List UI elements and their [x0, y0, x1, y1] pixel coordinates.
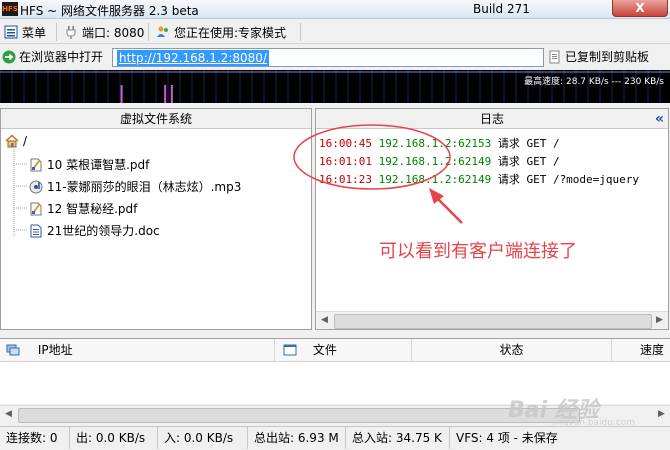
column-status-label: 状态	[499, 343, 524, 357]
status-vfs[interactable]: VFS: 4 项 - 未保存	[450, 427, 600, 449]
scrollbar-thumb[interactable]	[334, 314, 652, 329]
log-ip: 192.168.1.2:62153	[378, 137, 492, 150]
graph-spike	[120, 85, 123, 103]
log-time: 16:01:23	[319, 173, 372, 186]
pdf-icon	[30, 158, 42, 171]
vfs-panel-header: 虚拟文件系统	[1, 109, 311, 129]
url-bar: 在浏览器中打开 http://192.168.1.2:8080/ 已复制到剪贴板	[0, 45, 670, 69]
vfs-item[interactable]: 11-蒙娜丽莎的眼泪（林志炫）.mp3	[29, 178, 241, 195]
column-file-label: 文件	[312, 343, 337, 357]
copied-label: 已复制到剪贴板	[565, 50, 650, 64]
hfs-app-icon: HFS	[2, 2, 18, 16]
vfs-item[interactable]: 12 智慧秘经.pdf	[29, 200, 137, 217]
home-icon	[5, 134, 19, 148]
log-message: 请求 GET /	[497, 155, 560, 168]
vfs-item[interactable]: 21世纪的领导力.doc	[29, 222, 160, 239]
graph-spike	[164, 85, 167, 103]
column-speed-label: 速度	[639, 343, 664, 357]
log-horizontal-scrollbar[interactable]: ◀ ▶	[316, 311, 668, 329]
clipboard-icon	[549, 50, 560, 63]
port-label: 端口: 8080	[82, 25, 145, 40]
column-file[interactable]: 文件	[275, 339, 412, 361]
mode-button[interactable]: 您正在使用:专家模式	[152, 21, 290, 43]
vfs-panel: 虚拟文件系统 / 10 菜根谭智慧.pdf 11-蒙娜丽莎的眼泪（林志炫）.mp…	[0, 108, 312, 330]
title-bar[interactable]: HFS HFS ~ 网络文件服务器 2.3 beta Build 271 X	[0, 0, 670, 19]
vfs-root-label: /	[23, 134, 28, 148]
column-ip[interactable]: IP地址	[0, 339, 275, 361]
max-speed-label: 最高速度: 28.7 KB/s --- 230 KB/s	[524, 77, 664, 87]
file-window-icon	[283, 344, 297, 356]
vfs-item-label: 11-蒙娜丽莎的眼泪（林志炫）.mp3	[47, 180, 242, 194]
log-line: 16:00:45 192.168.1.2:62153 请求 GET /	[319, 135, 560, 151]
log-panel-title: 日志	[479, 112, 504, 126]
user-mode-icon	[157, 26, 168, 37]
network-icon	[6, 344, 20, 356]
column-speed[interactable]: 速度	[612, 339, 670, 361]
log-ip: 192.168.1.2:62149	[378, 155, 492, 168]
toolbar: 菜单 端口: 8080 您正在使用:专家模式	[0, 20, 670, 44]
log-time: 16:01:01	[319, 155, 372, 168]
scroll-left-icon[interactable]: ◀	[316, 312, 333, 329]
connections-header: IP地址 文件 状态 速度	[0, 339, 670, 362]
open-browser-label: 在浏览器中打开	[19, 50, 104, 64]
scroll-right-icon[interactable]: ▶	[651, 312, 668, 329]
build-label: Build 271	[473, 2, 530, 16]
toolbar-divider	[56, 23, 57, 41]
open-in-browser-button[interactable]: 在浏览器中打开	[2, 48, 103, 65]
log-message: 请求 GET /?mode=jquery	[497, 173, 640, 186]
pdf-icon	[30, 202, 42, 215]
speed-graph: 最高速度: 28.7 KB/s --- 230 KB/s	[0, 70, 670, 103]
url-text[interactable]: http://192.168.1.2:8080/	[117, 50, 269, 66]
vfs-item-label: 10 菜根谭智慧.pdf	[47, 158, 150, 172]
log-message: 请求 GET /	[497, 137, 560, 150]
graph-spike	[170, 85, 173, 103]
toolbar-divider	[148, 23, 149, 41]
mode-label: 您正在使用:专家模式	[174, 25, 287, 40]
scrollbar-thumb[interactable]	[18, 408, 580, 423]
scroll-left-icon[interactable]: ◀	[0, 406, 17, 423]
log-panel: 日志 « 16:00:45 192.168.1.2:62153 请求 GET /…	[315, 108, 669, 330]
toolbar-divider	[300, 23, 301, 41]
status-connections: 连接数: 0	[0, 427, 70, 449]
music-icon	[29, 180, 43, 193]
log-time: 16:00:45	[319, 137, 372, 150]
window-title: HFS ~ 网络文件服务器 2.3 beta	[20, 4, 199, 18]
open-browser-icon	[2, 50, 16, 63]
copy-to-clipboard-button[interactable]: 已复制到剪贴板	[548, 48, 649, 65]
vfs-root[interactable]: /	[5, 134, 27, 148]
doc-icon	[30, 224, 42, 237]
log-line: 16:01:01 192.168.1.2:62149 请求 GET /	[319, 153, 560, 169]
annotation-text: 可以看到有客户端连接了	[379, 241, 577, 262]
status-bar: 连接数: 0 出: 0.0 KB/s 入: 0.0 KB/s 总出站: 6.93…	[0, 426, 670, 450]
status-in-speed: 入: 0.0 KB/s	[158, 427, 248, 449]
log-panel-header: 日志 «	[316, 109, 668, 129]
port-button[interactable]: 端口: 8080	[60, 21, 148, 43]
vfs-item[interactable]: 10 菜根谭智慧.pdf	[29, 156, 149, 173]
menu-label: 菜单	[22, 25, 47, 40]
vfs-item-label: 12 智慧秘经.pdf	[47, 202, 138, 216]
scroll-right-icon[interactable]: ▶	[653, 406, 670, 423]
log-ip: 192.168.1.2:62149	[378, 173, 492, 186]
status-out-speed: 出: 0.0 KB/s	[70, 427, 158, 449]
status-total-out: 总出站: 6.93 M	[248, 427, 346, 449]
column-status[interactable]: 状态	[412, 339, 612, 361]
log-line: 16:01:23 192.168.1.2:62149 请求 GET /?mode…	[319, 171, 639, 187]
url-field[interactable]: http://192.168.1.2:8080/	[112, 48, 544, 67]
vfs-item-label: 21世纪的领导力.doc	[47, 224, 160, 238]
close-button[interactable]: X	[612, 0, 668, 17]
status-total-in: 总入站: 34.75 K	[346, 427, 450, 449]
menu-icon	[4, 25, 18, 39]
collapse-icon[interactable]: «	[655, 109, 664, 129]
menu-button[interactable]: 菜单	[0, 21, 50, 43]
plug-icon	[66, 26, 76, 39]
column-ip-label: IP地址	[37, 343, 73, 357]
